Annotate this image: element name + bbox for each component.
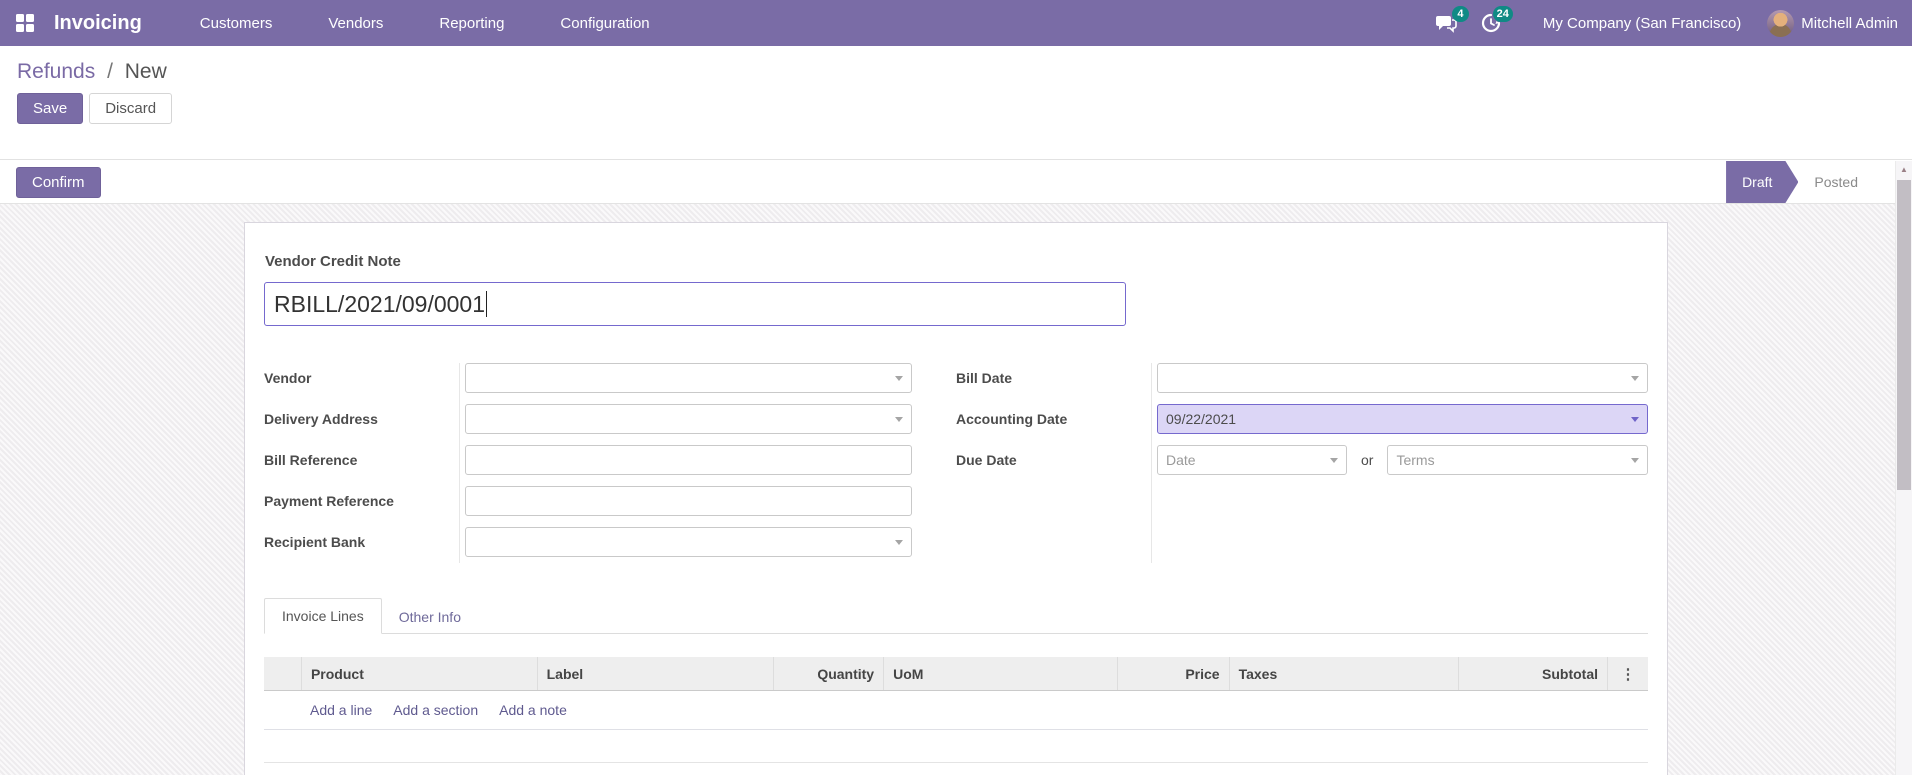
scrollbar-thumb[interactable]: [1897, 180, 1911, 490]
notebook-tabs: Invoice Lines Other Info: [264, 598, 1648, 634]
messages-button[interactable]: 4: [1424, 0, 1469, 46]
delivery-address-label: Delivery Address: [264, 411, 378, 427]
chevron-down-icon: [1631, 416, 1639, 422]
col-taxes[interactable]: Taxes: [1230, 657, 1460, 690]
or-label: or: [1361, 452, 1374, 468]
kebab-icon: ⋮: [1620, 665, 1636, 683]
accounting-date-label: Accounting Date: [956, 411, 1068, 427]
main-menu: Customers Vendors Reporting Configuratio…: [172, 0, 678, 46]
vendor-label: Vendor: [264, 370, 312, 386]
status-posted[interactable]: Posted: [1798, 161, 1874, 203]
navbar-left: Invoicing Customers Vendors Reporting Co…: [0, 0, 678, 46]
col-product[interactable]: Product: [302, 657, 538, 690]
sheet-background: Vendor Credit Note RBILL/2021/09/0001 Ve…: [0, 204, 1912, 775]
menu-reporting[interactable]: Reporting: [411, 0, 532, 46]
accounting-date-field[interactable]: 09/22/2021: [1157, 404, 1648, 434]
payment-reference-label: Payment Reference: [264, 493, 394, 509]
payment-reference-field[interactable]: [465, 486, 912, 516]
activities-badge: 24: [1492, 6, 1513, 22]
due-date-row: Date or Terms: [1157, 445, 1648, 475]
status-steps: Draft Posted: [1726, 161, 1874, 203]
apps-menu-button[interactable]: [0, 0, 50, 46]
avatar: [1767, 9, 1795, 37]
screen: Invoicing Customers Vendors Reporting Co…: [0, 0, 1912, 775]
bill-date-label: Bill Date: [956, 370, 1013, 386]
apps-grid-icon: [16, 14, 34, 32]
table-add-row: Add a line Add a section Add a note: [264, 691, 1648, 730]
left-field-group: Vendor Delivery Address Bill Reference P…: [264, 363, 912, 568]
menu-configuration[interactable]: Configuration: [532, 0, 677, 46]
optional-columns-button[interactable]: ⋮: [1608, 657, 1648, 690]
status-draft[interactable]: Draft: [1726, 161, 1798, 203]
activities-button[interactable]: 24: [1469, 0, 1513, 46]
scroll-up-arrow[interactable]: ▲: [1896, 161, 1912, 178]
user-name: Mitchell Admin: [1801, 14, 1898, 32]
control-panel: Refunds / New Save Discard: [0, 46, 1912, 160]
vendor-credit-note-label: Vendor Credit Note: [265, 253, 401, 270]
chevron-down-icon: [1330, 457, 1338, 463]
company-switcher[interactable]: My Company (San Francisco): [1513, 15, 1767, 32]
table-header-row: Product Label Quantity UoM Price Taxes S…: [264, 657, 1648, 691]
tab-invoice-lines[interactable]: Invoice Lines: [264, 598, 382, 634]
user-menu[interactable]: Mitchell Admin: [1767, 9, 1898, 37]
payment-terms-field[interactable]: Terms: [1387, 445, 1648, 475]
due-date-placeholder: Date: [1166, 452, 1196, 468]
breadcrumb-separator: /: [107, 60, 113, 83]
navbar-systray: 4 24 My Company (San Francisco) Mitchell…: [1424, 0, 1912, 46]
col-quantity[interactable]: Quantity: [774, 657, 885, 690]
save-button[interactable]: Save: [17, 93, 84, 124]
handle-column: [264, 657, 302, 690]
add-a-line-link[interactable]: Add a line: [310, 702, 372, 718]
delivery-address-field[interactable]: [465, 404, 912, 434]
app-name[interactable]: Invoicing: [50, 12, 150, 35]
invoice-lines-table: Product Label Quantity UoM Price Taxes S…: [264, 657, 1648, 730]
breadcrumb-current: New: [124, 60, 167, 83]
confirm-button[interactable]: Confirm: [16, 166, 101, 198]
bill-reference-field[interactable]: [465, 445, 912, 475]
menu-vendors[interactable]: Vendors: [300, 0, 411, 46]
tab-other-info[interactable]: Other Info: [382, 600, 478, 634]
vendor-credit-note-input[interactable]: RBILL/2021/09/0001: [264, 282, 1126, 326]
menu-customers[interactable]: Customers: [172, 0, 301, 46]
field-groups: Vendor Delivery Address Bill Reference P…: [264, 363, 1648, 568]
bill-reference-label: Bill Reference: [264, 452, 358, 468]
due-date-label: Due Date: [956, 452, 1017, 468]
discard-button[interactable]: Discard: [89, 93, 173, 124]
control-panel-buttons: Save Discard: [17, 93, 1912, 124]
text-cursor: [486, 291, 488, 317]
vendor-field[interactable]: [465, 363, 912, 393]
col-uom[interactable]: UoM: [884, 657, 1118, 690]
col-subtotal[interactable]: Subtotal: [1459, 657, 1609, 690]
messages-badge: 4: [1451, 6, 1469, 22]
chevron-down-icon: [1631, 375, 1639, 381]
breadcrumb-refunds[interactable]: Refunds: [17, 60, 95, 83]
chevron-down-icon: [895, 539, 903, 545]
accounting-date-value: 09/22/2021: [1166, 411, 1237, 427]
vertical-scrollbar[interactable]: ▲: [1895, 161, 1912, 775]
terms-placeholder: Terms: [1396, 452, 1435, 468]
due-date-field[interactable]: Date: [1157, 445, 1347, 475]
recipient-bank-label: Recipient Bank: [264, 534, 366, 550]
col-price[interactable]: Price: [1118, 657, 1230, 690]
statusbar: Confirm Draft Posted: [0, 161, 1912, 204]
chevron-down-icon: [1631, 457, 1639, 463]
chevron-down-icon: [895, 416, 903, 422]
bill-date-field[interactable]: [1157, 363, 1648, 393]
right-field-group: Bill Date Accounting Date 09/22/2021 Due…: [956, 363, 1648, 568]
col-label[interactable]: Label: [538, 657, 775, 690]
breadcrumb: Refunds / New: [17, 60, 1912, 84]
top-navbar: Invoicing Customers Vendors Reporting Co…: [0, 0, 1912, 46]
chevron-down-icon: [895, 375, 903, 381]
reference-value: RBILL/2021/09/0001: [274, 290, 486, 317]
form-sheet: Vendor Credit Note RBILL/2021/09/0001 Ve…: [244, 222, 1668, 775]
totals-section-divider: [264, 762, 1648, 775]
add-a-note-link[interactable]: Add a note: [499, 702, 567, 718]
recipient-bank-field[interactable]: [465, 527, 912, 557]
form-view: Confirm Draft Posted Vendor Credit Note …: [0, 161, 1912, 775]
add-a-section-link[interactable]: Add a section: [393, 702, 478, 718]
